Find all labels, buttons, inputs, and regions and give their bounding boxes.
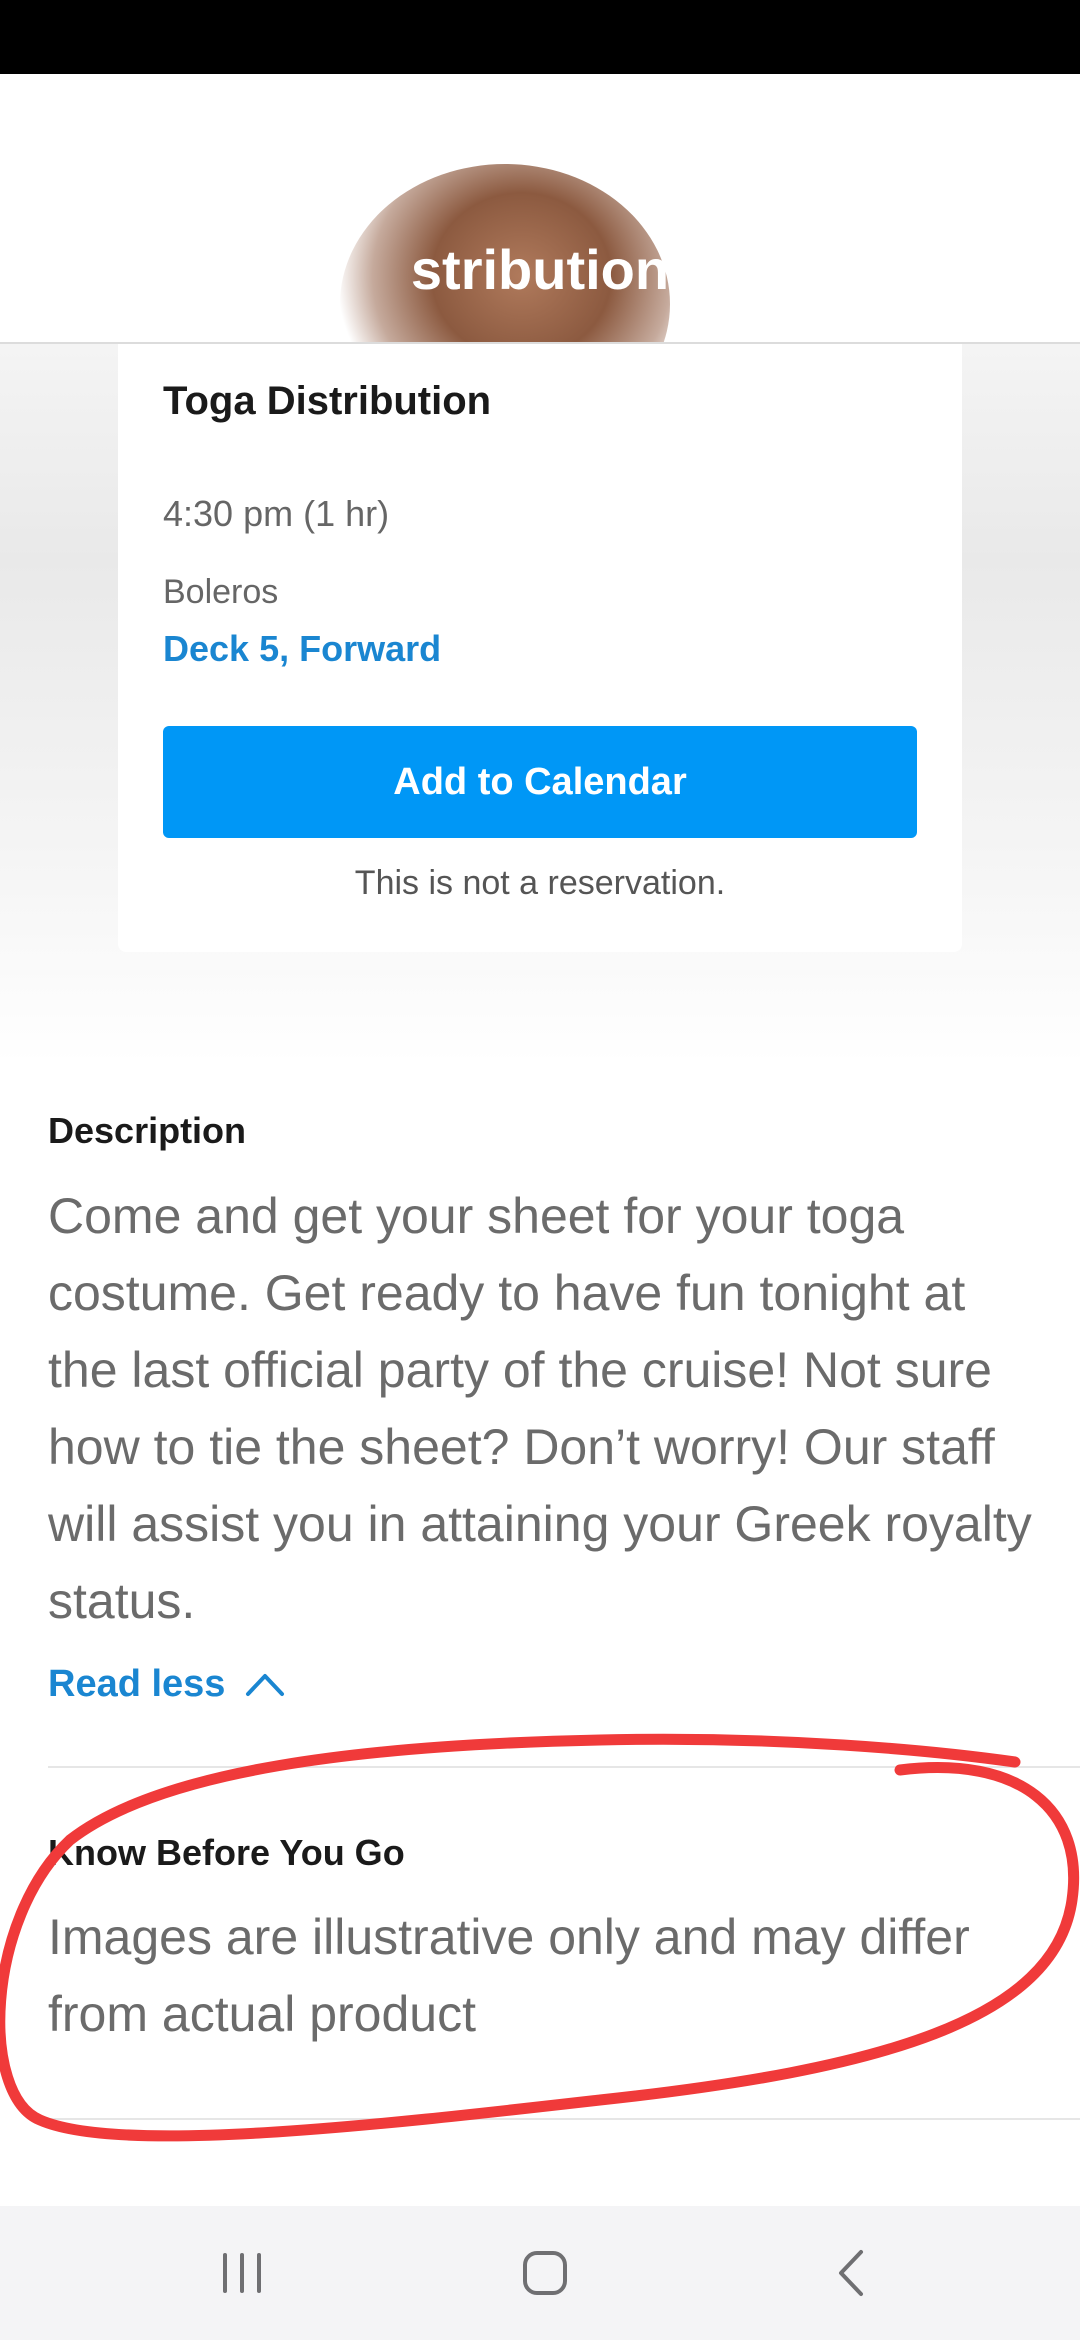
description-heading: Description	[48, 1110, 247, 1151]
back-chevron-icon	[839, 2250, 863, 2296]
add-to-calendar-button[interactable]: Add to Calendar	[163, 726, 917, 838]
hero-title: stribution	[410, 238, 670, 301]
know-before-you-go-heading: Know Before You Go	[48, 1832, 405, 1873]
hero-header: stribution	[0, 74, 1080, 344]
home-icon	[523, 2251, 567, 2295]
event-venue: Boleros	[163, 573, 279, 611]
event-title: Toga Distribution	[163, 379, 492, 423]
chevron-up-icon	[246, 1674, 285, 1696]
event-card: Toga Distribution 4:30 pm (1 hr) Boleros…	[118, 320, 962, 952]
status-bar	[0, 0, 1080, 74]
read-less-toggle[interactable]: Read less	[48, 1656, 348, 1712]
event-location-link[interactable]: Deck 5, Forward	[163, 626, 923, 672]
read-less-label: Read less	[48, 1663, 226, 1705]
recent-apps-icon	[223, 2253, 261, 2293]
system-navigation-bar	[0, 2206, 1080, 2340]
section-divider	[48, 2118, 1080, 2120]
know-before-you-go-body: Images are illustrative only and may dif…	[48, 1909, 970, 2042]
recent-apps-button[interactable]	[192, 2236, 292, 2310]
description-body: Come and get your sheet for your toga co…	[48, 1188, 1032, 1629]
section-divider	[48, 1766, 1080, 1768]
back-button[interactable]	[800, 2236, 900, 2310]
event-time: 4:30 pm (1 hr)	[163, 493, 390, 534]
home-button[interactable]	[495, 2236, 595, 2310]
reservation-note: This is not a reservation.	[354, 864, 726, 902]
